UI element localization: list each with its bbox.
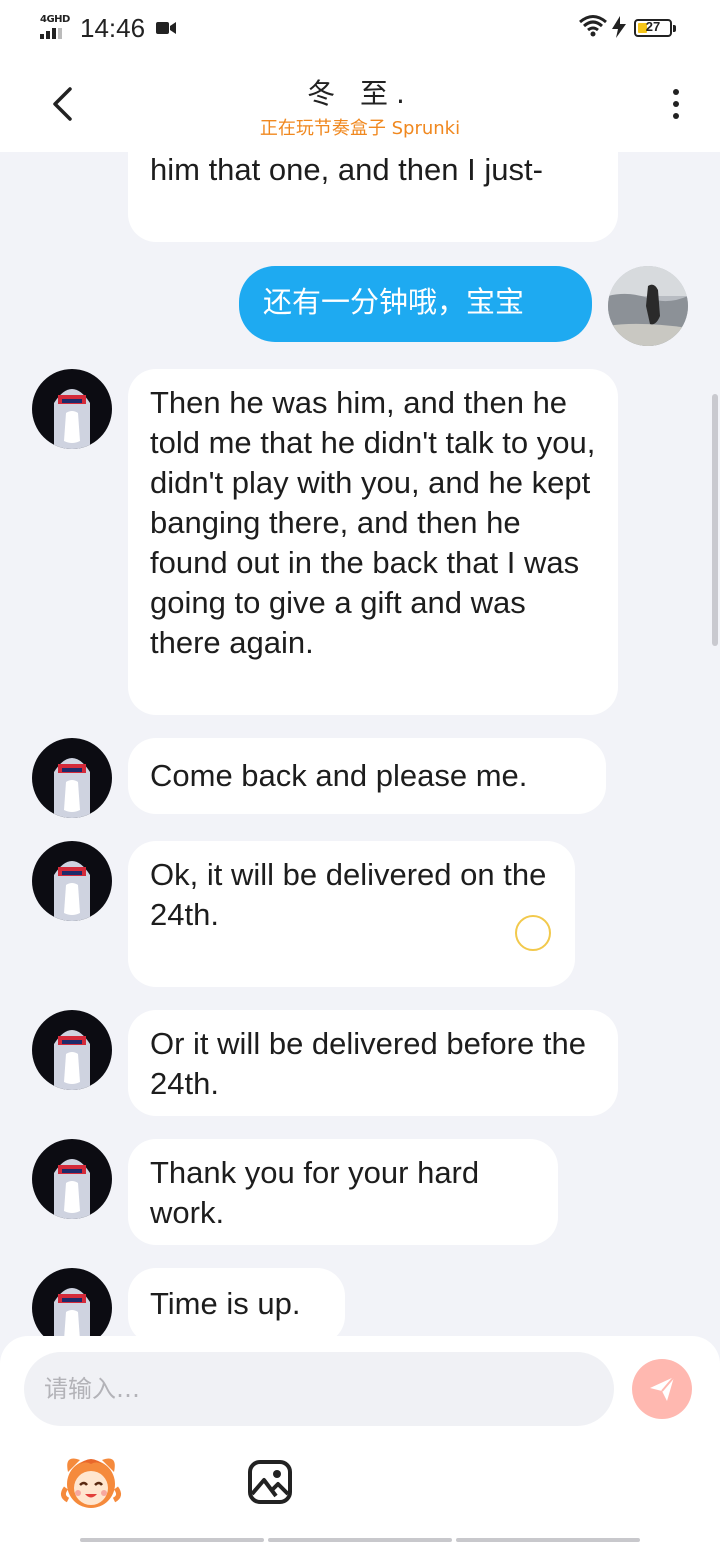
send-button[interactable] [632, 1359, 692, 1419]
message-bubble-received[interactable]: Come back and please me. [128, 738, 606, 814]
cellular-signal-icon: 4GHD [40, 14, 70, 40]
emoji-button[interactable] [58, 1448, 124, 1514]
message-bubble-received[interactable]: Or it will be delivered before the 24th. [128, 1010, 618, 1116]
message-text: Or it will be delivered before the 24th. [150, 1026, 586, 1101]
message-bubble-sent[interactable]: 还有一分钟哦，宝宝 [239, 266, 592, 342]
message-text: Thank you for your hard work. [150, 1155, 480, 1230]
message-text: him that one, and then I just- [150, 152, 543, 187]
network-type: 4GHD [40, 14, 70, 25]
back-button[interactable] [40, 82, 84, 126]
contact-avatar[interactable] [32, 1268, 112, 1338]
message-text: Then he was him, and then he told me tha… [150, 385, 596, 660]
message-bubble-received[interactable]: Time is up. [128, 1268, 345, 1338]
message-bubble-received[interactable]: him that one, and then I just- [128, 152, 618, 242]
message-bubble-received[interactable]: Thank you for your hard work. [128, 1139, 558, 1245]
message-input[interactable] [24, 1352, 614, 1426]
more-vertical-icon [673, 89, 679, 95]
charging-icon [612, 16, 626, 38]
contact-avatar[interactable] [32, 738, 112, 818]
my-avatar[interactable] [608, 266, 688, 346]
status-time: 14:46 [80, 13, 146, 43]
status-bar: 4GHD 14:46 27 [0, 0, 720, 58]
anime-avatar-icon [32, 369, 112, 449]
more-options-button[interactable] [660, 82, 692, 126]
message-list[interactable]: him that one, and then I just- 还有一分钟哦，宝宝… [0, 152, 720, 1338]
chat-title: 冬 至. [307, 77, 413, 110]
chat-header: 冬 至. 正在玩节奏盒子 Sprunki [0, 58, 720, 152]
contact-avatar[interactable] [32, 1010, 112, 1090]
battery-level: 27 [645, 19, 661, 34]
image-picker-button[interactable] [246, 1458, 294, 1506]
message-text: 还有一分钟哦，宝宝 [263, 285, 525, 319]
anime-avatar-icon [32, 841, 112, 921]
anime-avatar-icon [32, 1268, 112, 1338]
contact-avatar[interactable] [32, 1139, 112, 1219]
home-indicator [80, 1538, 640, 1542]
message-text: Time is up. [150, 1286, 301, 1321]
message-text: Come back and please me. [150, 758, 528, 793]
composer [0, 1336, 720, 1544]
contact-avatar[interactable] [32, 369, 112, 449]
video-recording-icon [156, 22, 176, 34]
beach-photo-avatar-icon [608, 266, 688, 346]
chevron-left-icon [53, 87, 72, 121]
message-text: Ok, it will be delivered on the 24th. [150, 857, 547, 932]
anime-avatar-icon [32, 738, 112, 818]
image-icon [248, 1460, 292, 1504]
loading-spinner-icon [515, 915, 551, 951]
wifi-icon [579, 15, 607, 37]
anime-avatar-icon [32, 1010, 112, 1090]
contact-avatar[interactable] [32, 841, 112, 921]
battery-icon: 27 [634, 19, 676, 37]
presence-status: 正在玩节奏盒子 Sprunki [259, 118, 461, 139]
paper-plane-icon [650, 1376, 675, 1401]
anime-avatar-icon [32, 1139, 112, 1219]
mascot-emoji-icon [60, 1458, 122, 1508]
message-bubble-received[interactable]: Ok, it will be delivered on the 24th. [128, 841, 575, 987]
message-bubble-received[interactable]: Then he was him, and then he told me tha… [128, 369, 618, 715]
scrollbar[interactable] [712, 394, 718, 646]
